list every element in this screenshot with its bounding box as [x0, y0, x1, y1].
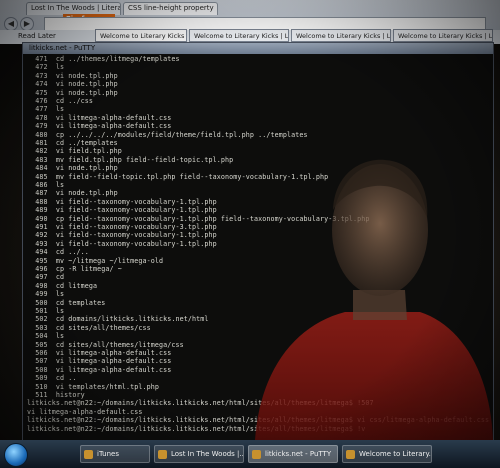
photo-scene: Lost In The Woods | Litera... CSS line-h…: [0, 0, 500, 468]
terminal-line: 497 cd: [27, 273, 65, 282]
terminal-line: 490 cp field--taxonomy-vocabulary-1.tpl.…: [27, 214, 370, 223]
terminal-line: 510 vi templates/html.tpl.php: [27, 382, 160, 391]
terminal-line: 482 vi field.tpl.php: [27, 147, 122, 156]
page-tab[interactable]: Welcome to Literary Kicks | Literary Kic…: [189, 29, 289, 42]
terminal-line: 508 vi litmega-alpha-default.css: [27, 365, 172, 374]
terminal-line: 484 vi node.tpl.php: [27, 164, 118, 173]
terminal-output[interactable]: 471 cd ../themes/litmega/templates 472 l…: [27, 55, 493, 441]
terminal-line: 478 vi litmega-alpha-default.css: [27, 113, 172, 122]
terminal-line: 495 mv ~/litmega ~/litmega-old: [27, 256, 164, 265]
terminal-line: 505 cd sites/all/themes/litmega/css: [27, 340, 184, 349]
terminal-line: 472 ls: [27, 63, 65, 72]
page-tab[interactable]: Welcome to Literary Kicks | Li...: [95, 29, 187, 42]
start-orb-icon[interactable]: [4, 443, 28, 467]
page-tab[interactable]: Welcome to Literary Kicks | Literary Kic…: [291, 29, 391, 42]
terminal-line: 503 cd sites/all/themes/css: [27, 323, 151, 332]
terminal-line: 493 vi field--taxonomy-vocabulary-1.tpl.…: [27, 239, 217, 248]
terminal-line: 507 vi litmega-alpha-default.css: [27, 357, 172, 366]
itunes-icon: [84, 450, 93, 459]
back-arrow-icon[interactable]: ◀: [4, 17, 18, 31]
terminal-line: 489 vi field--taxonomy-vocabulary-1.tpl.…: [27, 206, 217, 215]
terminal-line: litkicks.net@n22:~/domains/litkicks.litk…: [27, 424, 366, 433]
taskbar-item[interactable]: iTunes: [80, 445, 150, 463]
windows-taskbar: iTunes Lost In The Woods |... litkicks.n…: [0, 440, 500, 468]
terminal-line: 494 cd ../..: [27, 248, 89, 257]
terminal-line: 483 mv field.tpl.php field--field-topic.…: [27, 155, 234, 164]
terminal-line: 480 cp ../../../../modules/field/theme/f…: [27, 130, 308, 139]
terminal-line: 477 ls: [27, 105, 65, 114]
taskbar-item[interactable]: Welcome to Literary...: [342, 445, 432, 463]
terminal-line: 491 vi field--taxonomy-vocabulary-3.tpl.…: [27, 223, 217, 231]
terminal-line: 487 vi node.tpl.php: [27, 189, 118, 198]
terminal-line: 479 vi litmega-alpha-default.css: [27, 122, 172, 131]
taskbar-item-label: iTunes: [97, 450, 119, 458]
putty-icon: [252, 450, 261, 459]
terminal-line: 475 vi node.tpl.php: [27, 88, 118, 97]
terminal-line: 486 ls: [27, 181, 65, 189]
terminal-line: 481 cd ../templates: [27, 139, 118, 147]
terminal-line: 474 vi node.tpl.php: [27, 80, 118, 89]
terminal-line: 476 cd ../css: [27, 97, 94, 105]
terminal-line: litkicks.net@n22:~/domains/litkicks.litk…: [27, 416, 490, 425]
putty-title: litkicks.net - PuTTY: [29, 44, 96, 52]
browser-chrome: Lost In The Woods | Litera... CSS line-h…: [0, 0, 500, 44]
terminal-line: 506 vi litmega-alpha-default.css: [27, 349, 172, 357]
forward-arrow-icon[interactable]: ▶: [20, 17, 34, 31]
terminal-line: 488 vi field--taxonomy-vocabulary-1.tpl.…: [27, 197, 217, 206]
taskbar-item[interactable]: Lost In The Woods |...: [154, 445, 244, 463]
page-tab[interactable]: Welcome to Literary Kicks | Literary K..…: [393, 29, 493, 42]
terminal-line: 500 cd templates: [27, 298, 106, 307]
terminal-line: 501 ls: [27, 307, 65, 315]
terminal-line: 499 ls: [27, 290, 65, 299]
taskbar-item-label: Lost In The Woods |...: [171, 450, 244, 458]
terminal-line: vi litmega-alpha-default.css: [27, 407, 143, 416]
terminal-line: litkicks.net@n22:~/domains/litkicks.litk…: [27, 399, 374, 408]
terminal-line: 485 mv field--field-topic.tpl.php field-…: [27, 172, 329, 181]
taskbar-item-label: litkicks.net - PuTTY: [265, 450, 332, 458]
putty-window[interactable]: litkicks.net - PuTTY 471 cd ../themes/li…: [22, 42, 494, 444]
terminal-line: 473 vi node.tpl.php: [27, 71, 118, 80]
terminal-line: 498 cd litmega: [27, 281, 98, 290]
terminal-line: 504 ls: [27, 332, 65, 341]
firefox-icon: [346, 450, 355, 459]
nav-row: ◀ ▶: [0, 16, 500, 31]
terminal-line: 511 history: [27, 391, 85, 399]
firefox-icon: [158, 450, 167, 459]
terminal-line: 509 cd ..: [27, 374, 77, 383]
terminal-line: 471 cd ../themes/litmega/templates: [27, 55, 180, 63]
terminal-line: 496 cp -R litmega/ ~: [27, 265, 122, 273]
taskbar-item-label: Welcome to Literary...: [359, 450, 432, 458]
terminal-line: 502 cd domains/litkicks.litkicks.net/htm…: [27, 315, 209, 324]
terminal-line: 492 vi field--taxonomy-vocabulary-1.tpl.…: [27, 231, 217, 240]
browser-tab[interactable]: CSS line-height property: [123, 2, 218, 15]
taskbar-item[interactable]: litkicks.net - PuTTY: [248, 445, 338, 463]
putty-title-bar[interactable]: litkicks.net - PuTTY: [23, 43, 493, 54]
bookmark-read-later[interactable]: Read Later: [18, 32, 56, 40]
